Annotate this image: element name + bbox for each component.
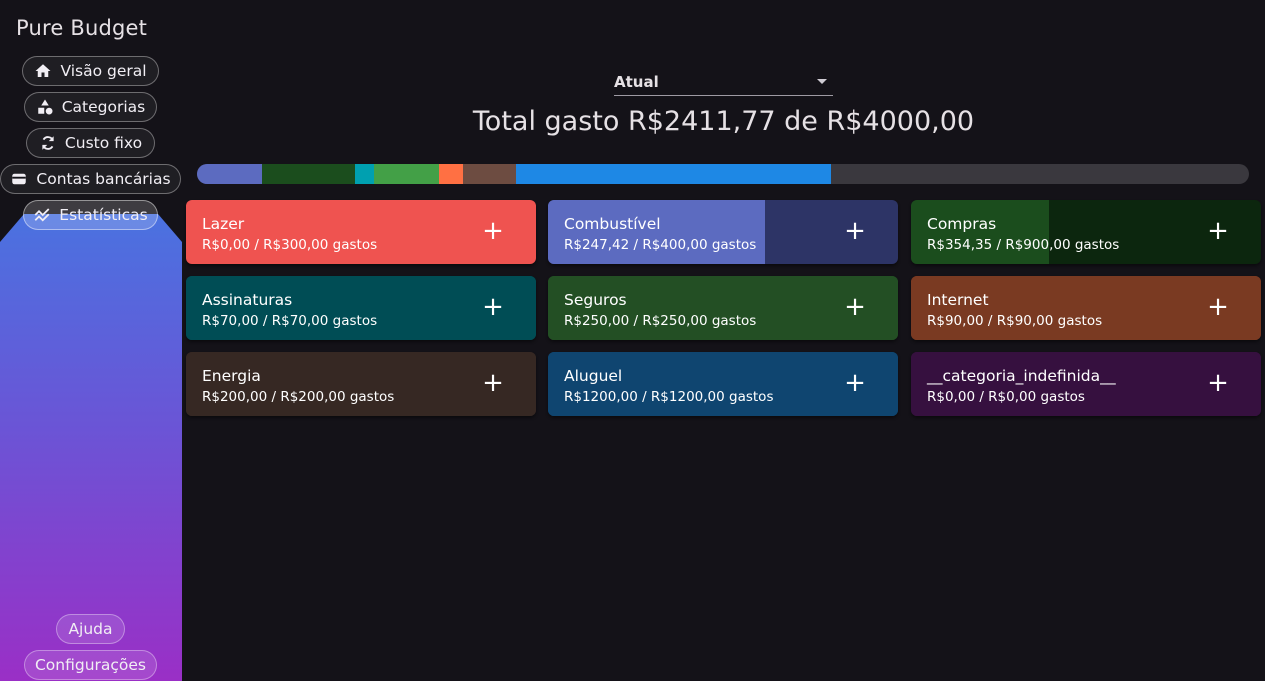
help-button-label: Ajuda	[68, 620, 113, 638]
nav-item-label: Categorias	[61, 98, 146, 116]
nav-item-contas-bancarias[interactable]: Contas bancárias	[0, 164, 181, 194]
category-card[interactable]: Lazer R$0,00 / R$300,00 gastos +	[186, 200, 536, 264]
shapes-icon	[36, 98, 54, 116]
category-card[interactable]: __categoria_indefinida__ R$0,00 / R$0,00 …	[911, 352, 1261, 416]
add-expense-button[interactable]: +	[1205, 294, 1231, 320]
sidebar-gradient-background	[0, 214, 182, 681]
category-card[interactable]: Assinaturas R$70,00 / R$70,00 gastos +	[186, 276, 536, 340]
sidebar: Pure Budget Visão geral Categorias Custo…	[0, 0, 182, 681]
nav-item-visao-geral[interactable]: Visão geral	[22, 56, 159, 86]
period-select[interactable]: Atual	[614, 68, 833, 96]
budget-progress-bar	[197, 164, 1249, 184]
category-spent-text: R$354,35 / R$900,00 gastos	[927, 237, 1120, 253]
category-name: __categoria_indefinida__	[927, 367, 1116, 385]
category-card[interactable]: Internet R$90,00 / R$90,00 gastos +	[911, 276, 1261, 340]
budget-bar-segment	[463, 164, 516, 184]
period-select-value: Atual	[614, 72, 659, 91]
nav-item-label: Custo fixo	[64, 134, 143, 152]
category-card[interactable]: Seguros R$250,00 / R$250,00 gastos +	[548, 276, 898, 340]
total-spent-summary: Total gasto R$2411,77 de R$4000,00	[472, 106, 975, 137]
category-spent-text: R$250,00 / R$250,00 gastos	[564, 313, 757, 329]
category-name: Assinaturas	[202, 291, 293, 309]
category-spent-text: R$0,00 / R$0,00 gastos	[927, 389, 1085, 405]
app-title: Pure Budget	[16, 16, 148, 40]
category-spent-text: R$70,00 / R$70,00 gastos	[202, 313, 378, 329]
budget-bar-segment	[197, 164, 263, 184]
category-name: Internet	[927, 291, 989, 309]
category-spent-text: R$1200,00 / R$1200,00 gastos	[564, 389, 774, 405]
category-name: Seguros	[564, 291, 627, 309]
category-name: Energia	[202, 367, 261, 385]
add-expense-button[interactable]: +	[1205, 218, 1231, 244]
category-spent-text: R$247,42 / R$400,00 gastos	[564, 237, 757, 253]
budget-bar-segment	[373, 164, 440, 184]
category-spent-text: R$90,00 / R$90,00 gastos	[927, 313, 1103, 329]
wallet-icon	[10, 170, 28, 188]
category-card[interactable]: Aluguel R$1200,00 / R$1200,00 gastos +	[548, 352, 898, 416]
nav-item-estatisticas[interactable]: Estatísticas	[23, 200, 158, 230]
add-expense-button[interactable]: +	[842, 370, 868, 396]
budget-bar-segment	[515, 164, 832, 184]
add-expense-button[interactable]: +	[480, 218, 506, 244]
nav-item-label: Estatísticas	[59, 206, 148, 224]
category-card[interactable]: Compras R$354,35 / R$900,00 gastos +	[911, 200, 1261, 264]
home-icon	[34, 62, 52, 80]
budget-bar-segment	[439, 164, 464, 184]
settings-button[interactable]: Configurações	[24, 650, 157, 680]
category-card[interactable]: Combustível R$247,42 / R$400,00 gastos +	[548, 200, 898, 264]
category-spent-text: R$200,00 / R$200,00 gastos	[202, 389, 395, 405]
add-expense-button[interactable]: +	[1205, 370, 1231, 396]
add-expense-button[interactable]: +	[842, 294, 868, 320]
add-expense-button[interactable]: +	[480, 370, 506, 396]
settings-button-label: Configurações	[34, 656, 147, 674]
budget-bar-segment	[355, 164, 374, 184]
add-expense-button[interactable]: +	[480, 294, 506, 320]
category-name: Compras	[927, 215, 997, 233]
help-button[interactable]: Ajuda	[56, 614, 125, 644]
category-spent-text: R$0,00 / R$300,00 gastos	[202, 237, 378, 253]
nav-item-label: Visão geral	[60, 62, 147, 80]
category-card[interactable]: Energia R$200,00 / R$200,00 gastos +	[186, 352, 536, 416]
nav-item-categorias[interactable]: Categorias	[24, 92, 157, 122]
refresh-icon	[39, 134, 57, 152]
category-name: Lazer	[202, 215, 245, 233]
add-expense-button[interactable]: +	[842, 218, 868, 244]
nav-item-custo-fixo[interactable]: Custo fixo	[26, 128, 155, 158]
category-name: Combustível	[564, 215, 661, 233]
chart-line-icon	[33, 206, 51, 224]
category-name: Aluguel	[564, 367, 623, 385]
chevron-down-icon	[817, 79, 827, 84]
nav-item-label: Contas bancárias	[36, 170, 171, 188]
budget-bar-segment	[262, 164, 356, 184]
